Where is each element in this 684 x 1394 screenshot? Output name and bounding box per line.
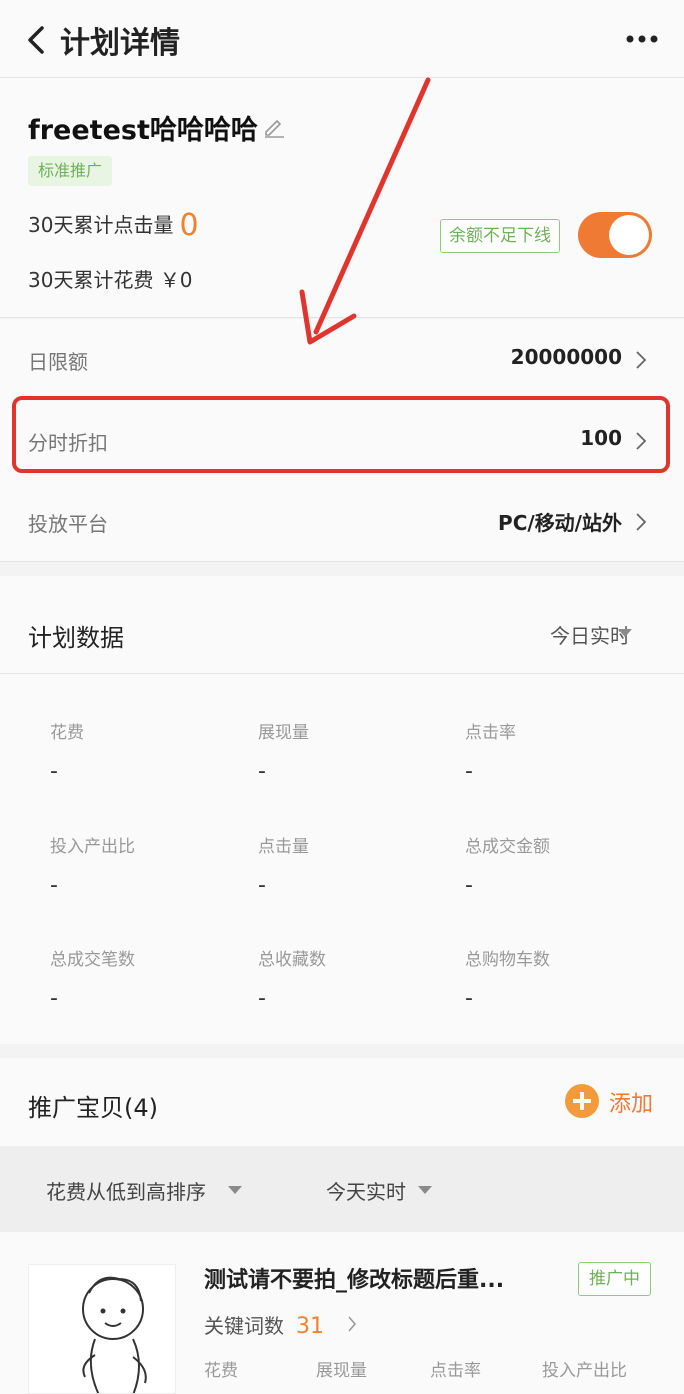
item-metric-label: 展现量 bbox=[316, 1361, 367, 1381]
metric-label: 点击率 bbox=[465, 723, 516, 743]
metric-orders: 总成交笔数 - bbox=[50, 945, 250, 1011]
annotation-arrow-icon bbox=[299, 77, 431, 345]
more-options-icon[interactable] bbox=[620, 24, 664, 54]
metric-value: - bbox=[50, 759, 58, 784]
setting-label: 日限额 bbox=[28, 350, 88, 374]
chevron-right-icon bbox=[348, 1316, 357, 1332]
metric-cost: 花费 - bbox=[50, 718, 250, 784]
metric-label: 总收藏数 bbox=[258, 950, 326, 970]
keyword-label: 关键词数 bbox=[204, 1314, 284, 1338]
metric-cart: 总购物车数 - bbox=[465, 945, 665, 1011]
cartoon-figure-icon bbox=[82, 1276, 147, 1393]
metric-value: - bbox=[50, 873, 58, 898]
metric-label: 点击量 bbox=[258, 837, 309, 857]
item-metric-label: 投入产出比 bbox=[542, 1361, 627, 1381]
setting-label: 投放平台 bbox=[28, 512, 108, 536]
metric-label: 总购物车数 bbox=[465, 950, 550, 970]
cost-stat: 30天累计花费 ￥0 bbox=[28, 264, 193, 293]
metric-roi: 投入产出比 - bbox=[50, 832, 250, 898]
metric-value: - bbox=[465, 873, 473, 898]
clicks-stat: 30天累计点击量 0 bbox=[28, 208, 199, 243]
metric-value: - bbox=[50, 986, 58, 1011]
plan-data-header: 计划数据 今日实时 bbox=[0, 576, 684, 674]
metric-value: - bbox=[465, 986, 473, 1011]
metric-value: - bbox=[258, 873, 266, 898]
back-arrow-icon[interactable] bbox=[22, 22, 50, 58]
sort-filter-bar: 花费从低到高排序 今天实时 bbox=[0, 1146, 684, 1232]
promoted-items-title: 推广宝贝(4) bbox=[28, 1094, 158, 1122]
metric-value: - bbox=[465, 759, 473, 784]
setting-value: PC/移动/站外 bbox=[498, 511, 622, 535]
cost-value: ￥0 bbox=[159, 268, 193, 292]
cost-label: 30天累计花费 bbox=[28, 268, 154, 292]
caret-down-icon bbox=[228, 1186, 242, 1194]
metric-label: 总成交金额 bbox=[465, 837, 550, 857]
sort-dropdown[interactable]: 花费从低到高排序 bbox=[46, 1176, 206, 1205]
balance-status-tag: 余额不足下线 bbox=[440, 219, 560, 253]
setting-platform[interactable]: 投放平台 PC/移动/站外 bbox=[0, 481, 684, 562]
page-title: 计划详情 bbox=[60, 26, 180, 61]
metric-favorites: 总收藏数 - bbox=[258, 945, 458, 1011]
metric-label: 投入产出比 bbox=[50, 837, 135, 857]
metric-gmv: 总成交金额 - bbox=[465, 832, 665, 898]
metric-ctr: 点击率 - bbox=[465, 718, 665, 784]
add-label: 添加 bbox=[609, 1092, 654, 1117]
item-metric-label: 花费 bbox=[204, 1361, 238, 1381]
plan-data-section: 计划数据 今日实时 花费 - 展现量 - 点击率 - 投入产出比 - 点击量 -… bbox=[0, 576, 684, 1044]
plan-type-tag: 标准推广 bbox=[28, 156, 113, 186]
item-title[interactable]: 测试请不要拍_修改标题后重... bbox=[204, 1262, 554, 1294]
setting-value: 20000000 bbox=[510, 345, 622, 369]
metric-label: 花费 bbox=[50, 723, 84, 743]
metric-label: 展现量 bbox=[258, 723, 309, 743]
clicks-value: 0 bbox=[179, 208, 199, 243]
promoted-item-card[interactable]: 测试请不要拍_修改标题后重... 推广中 关键词数 31 花费 展现量 点击率 投… bbox=[0, 1232, 684, 1394]
metric-clicks: 点击量 - bbox=[258, 832, 458, 898]
add-item-button[interactable]: 添加 bbox=[565, 1082, 675, 1122]
annotation-highlight-box bbox=[12, 396, 670, 473]
plan-data-title: 计划数据 bbox=[28, 624, 124, 652]
top-nav-bar: 计划详情 bbox=[0, 0, 684, 78]
item-status-badge: 推广中 bbox=[578, 1262, 651, 1296]
metric-value: - bbox=[258, 986, 266, 1011]
plan-enable-toggle[interactable] bbox=[578, 212, 652, 258]
item-metric-label: 点击率 bbox=[430, 1361, 481, 1381]
plan-name: freetest哈哈哈哈 bbox=[28, 115, 258, 146]
metric-impressions: 展现量 - bbox=[258, 718, 458, 784]
chevron-right-icon bbox=[636, 513, 647, 531]
chevron-right-icon bbox=[636, 351, 647, 369]
caret-down-icon bbox=[418, 1186, 432, 1194]
promoted-items-header: 推广宝贝(4) 添加 bbox=[0, 1058, 684, 1146]
metric-label: 总成交笔数 bbox=[50, 950, 135, 970]
period-dropdown[interactable]: 今天实时 bbox=[326, 1176, 406, 1205]
clicks-label: 30天累计点击量 bbox=[28, 213, 174, 237]
keyword-count-value: 31 bbox=[296, 1314, 324, 1339]
metric-value: - bbox=[258, 759, 266, 784]
item-thumbnail bbox=[28, 1264, 176, 1394]
caret-down-icon bbox=[618, 629, 632, 637]
keyword-count[interactable]: 关键词数 31 bbox=[204, 1310, 324, 1339]
toggle-knob bbox=[609, 215, 649, 255]
plus-circle-icon bbox=[565, 1084, 599, 1118]
edit-pencil-icon[interactable] bbox=[262, 114, 286, 138]
